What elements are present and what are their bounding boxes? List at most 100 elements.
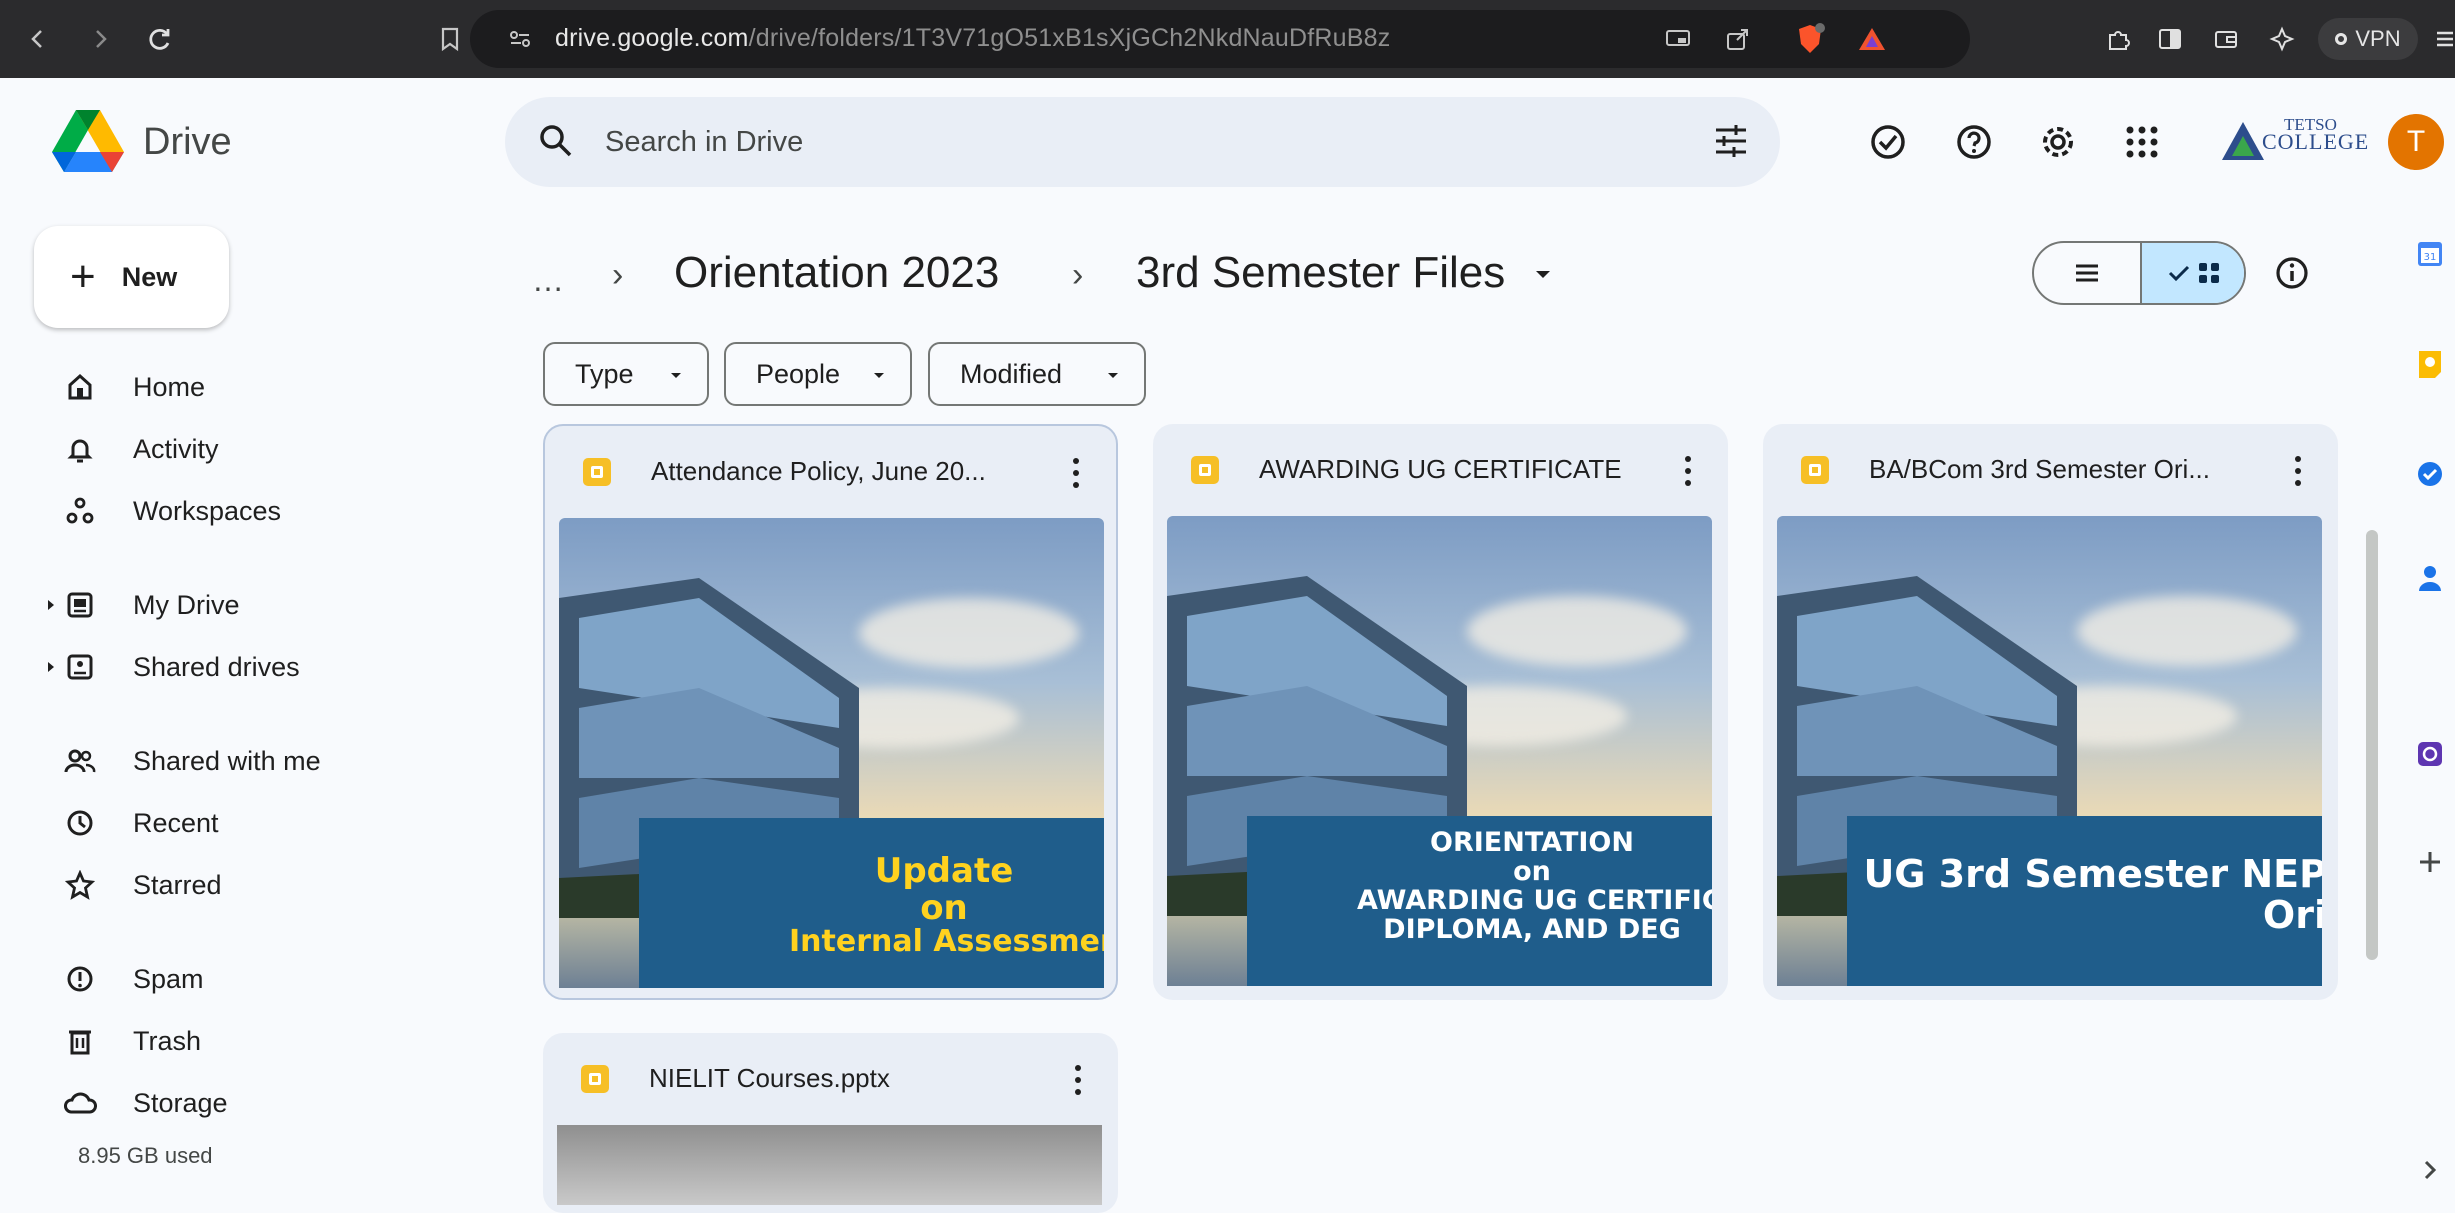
tasks-icon[interactable] <box>2412 456 2448 492</box>
chevron-down-icon <box>1108 373 1118 378</box>
breadcrumb-more-button[interactable]: … <box>532 262 565 299</box>
sidebar-item-activity[interactable]: Activity <box>60 424 219 474</box>
reload-icon[interactable] <box>140 19 180 59</box>
wallet-icon[interactable] <box>2206 19 2246 59</box>
new-button[interactable]: + New <box>34 226 229 328</box>
forward-icon[interactable] <box>80 19 120 59</box>
folder-menu-chevron-down-icon[interactable] <box>1536 271 1550 278</box>
more-actions-icon[interactable] <box>2294 456 2302 486</box>
filter-modified-chip[interactable]: Modified <box>928 342 1146 406</box>
file-card[interactable]: Attendance Policy, June 20... Update on … <box>543 424 1118 1000</box>
scrollbar[interactable] <box>2366 530 2378 960</box>
site-settings-icon[interactable] <box>500 19 540 59</box>
star-icon <box>60 865 100 905</box>
org-name-line2: COLLEGE <box>2262 129 2370 154</box>
vpn-button[interactable]: VPN <box>2318 18 2418 60</box>
sidebar-item-starred[interactable]: Starred <box>60 860 222 910</box>
sidebar-item-trash[interactable]: Trash <box>60 1016 201 1066</box>
drive-logo-icon[interactable] <box>52 108 124 172</box>
app-name[interactable]: Drive <box>143 121 232 164</box>
sidebar-item-storage[interactable]: Storage <box>60 1078 228 1128</box>
filter-people-chip[interactable]: People <box>724 342 912 406</box>
breadcrumb-separator-icon: › <box>612 256 624 294</box>
file-card-header[interactable]: BA/BCom 3rd Semester Ori... <box>1763 424 2338 516</box>
file-thumbnail[interactable] <box>557 1125 1102 1205</box>
sidebar-item-shared-with-me[interactable]: Shared with me <box>60 736 321 786</box>
cast-icon[interactable] <box>1658 19 1698 59</box>
grid-view-button[interactable] <box>2140 243 2244 303</box>
expand-arrow-icon[interactable] <box>48 600 54 610</box>
workspaces-icon <box>60 491 100 531</box>
chevron-down-icon <box>874 373 884 378</box>
shared-drives-icon <box>60 647 100 687</box>
search-options-icon[interactable] <box>1712 122 1750 160</box>
info-icon[interactable] <box>2272 253 2312 293</box>
file-card-header[interactable]: NIELIT Courses.pptx <box>543 1033 1118 1125</box>
share-icon[interactable] <box>1718 19 1758 59</box>
keep-icon[interactable] <box>2412 346 2448 382</box>
more-actions-icon[interactable] <box>1684 456 1692 486</box>
file-card[interactable]: BA/BCom 3rd Semester Ori... UG 3rd Semes… <box>1763 424 2338 1000</box>
file-thumbnail[interactable]: UG 3rd Semester NEP Ori <box>1777 516 2322 986</box>
file-card[interactable]: AWARDING UG CERTIFICATE ORIENTATION on A… <box>1153 424 1728 1000</box>
search-icon[interactable] <box>537 122 575 160</box>
sidebar-item-workspaces[interactable]: Workspaces <box>60 486 281 536</box>
get-addons-plus-icon[interactable] <box>2412 844 2448 880</box>
sidebar-item-shared-drives[interactable]: Shared drives <box>48 642 300 692</box>
sidebar-item-label: Workspaces <box>133 495 282 526</box>
apps-grid-icon[interactable] <box>2118 118 2166 166</box>
organization-name: TETSO COLLEGE <box>2262 116 2370 154</box>
contacts-icon[interactable] <box>2412 560 2448 596</box>
brave-rewards-icon[interactable] <box>1852 19 1892 59</box>
leo-ai-icon[interactable] <box>2262 19 2302 59</box>
file-thumbnail[interactable]: ORIENTATION on AWARDING UG CERTIFIC DIPL… <box>1167 516 1712 986</box>
settings-gear-icon[interactable] <box>2034 118 2082 166</box>
breadcrumb-parent[interactable]: Orientation 2023 <box>674 248 999 298</box>
filter-type-chip[interactable]: Type <box>543 342 709 406</box>
browser-toolbar: drive.google.com/drive/folders/1T3V71gO5… <box>0 0 2455 78</box>
search-input[interactable] <box>605 119 1505 165</box>
extensions-icon[interactable] <box>2098 19 2138 59</box>
slides-file-icon <box>583 458 611 486</box>
sidebar-item-my-drive[interactable]: My Drive <box>48 580 240 630</box>
vpn-status-icon <box>2335 33 2348 45</box>
spam-icon <box>60 959 100 999</box>
bookmark-icon[interactable] <box>430 19 470 59</box>
sidebar-item-recent[interactable]: Recent <box>60 798 219 848</box>
trash-icon <box>60 1021 100 1061</box>
file-card[interactable]: NIELIT Courses.pptx <box>543 1033 1118 1213</box>
expand-arrow-icon[interactable] <box>48 662 54 672</box>
slides-file-icon <box>581 1065 609 1093</box>
plus-icon: + <box>70 252 96 301</box>
breadcrumb-current[interactable]: 3rd Semester Files <box>1136 248 1505 298</box>
chip-label: Modified <box>960 358 1063 389</box>
calendar-icon[interactable]: 31 <box>2412 236 2448 272</box>
sidebar-item-home[interactable]: Home <box>60 362 205 412</box>
chip-label: People <box>756 358 841 389</box>
file-title: BA/BCom 3rd Semester Ori... <box>1869 454 2210 484</box>
file-thumbnail[interactable]: Update on Internal Assessment Str <box>559 518 1104 988</box>
hide-side-panel-chevron-icon[interactable] <box>2412 1152 2448 1188</box>
account-avatar[interactable]: T <box>2388 114 2444 170</box>
file-card-header[interactable]: AWARDING UG CERTIFICATE <box>1153 424 1728 516</box>
bell-icon <box>60 429 100 469</box>
ready-for-offline-icon[interactable] <box>1864 118 1912 166</box>
more-actions-icon[interactable] <box>1074 1065 1082 1095</box>
thumbnail-text: Update on Internal Assessment Str <box>789 851 1104 960</box>
back-icon[interactable] <box>18 19 58 59</box>
layout-toggle <box>2032 241 2246 305</box>
more-actions-icon[interactable] <box>1072 458 1080 488</box>
addon-icon[interactable] <box>2412 736 2448 772</box>
list-view-button[interactable] <box>2034 243 2140 303</box>
grid-icon <box>2199 263 2219 283</box>
sidebar-item-label: Shared with me <box>133 745 321 776</box>
sidebar-item-spam[interactable]: Spam <box>60 954 204 1004</box>
vpn-label: VPN <box>2355 26 2401 51</box>
sidebar-toggle-icon[interactable] <box>2150 19 2190 59</box>
brave-shield-icon[interactable] <box>1790 19 1830 59</box>
menu-icon[interactable] <box>2425 19 2455 59</box>
sidebar-item-label: Spam <box>133 963 204 994</box>
file-card-header[interactable]: Attendance Policy, June 20... <box>545 426 1116 518</box>
help-icon[interactable] <box>1950 118 1998 166</box>
sidebar-item-label: Activity <box>133 433 219 464</box>
